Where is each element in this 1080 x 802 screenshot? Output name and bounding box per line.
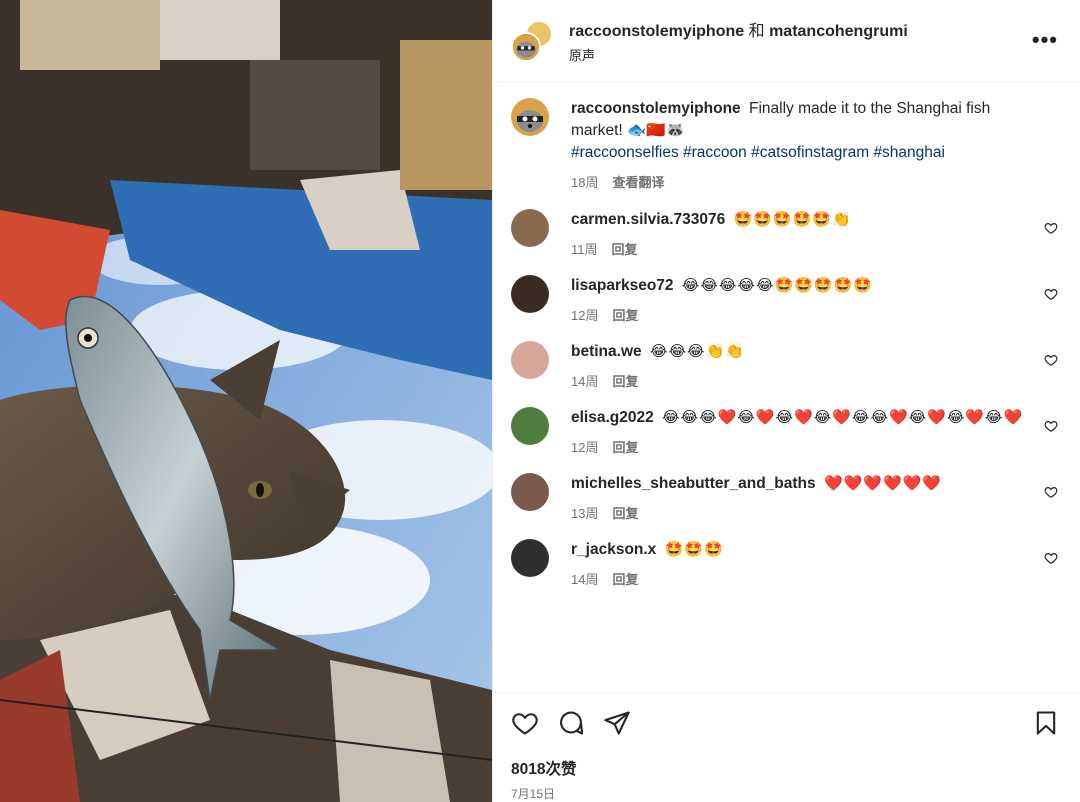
header-usernames: raccoonstolemyiphone 和 matancohengrumi [569,17,908,41]
comment-meta: 13周 回复 [571,503,1026,522]
comment-meta: 14周 回复 [571,371,1026,390]
like-heart-icon[interactable] [511,709,541,739]
comment-time[interactable]: 12周 [571,305,598,324]
avatar[interactable] [511,473,549,511]
heart-icon[interactable] [1044,419,1058,433]
post-date[interactable]: 7月15日 [511,785,1062,802]
heart-icon[interactable] [1044,287,1058,301]
hashtag-link[interactable]: #raccoon [683,144,747,161]
comment-text-line: carmen.silvia.733076 🤩🤩🤩🤩🤩👏 [571,209,1026,231]
avatar-raccoonstolemyiphone[interactable] [511,31,541,62]
comment-username[interactable]: betina.we [571,343,642,360]
comments-list[interactable]: raccoonstolemyiphone Finally made it to … [493,82,1080,692]
heart-icon[interactable] [1044,221,1058,235]
avatar[interactable] [511,275,549,313]
caption-hashtags: #raccoonselfies #raccoon #catsofinstagra… [571,142,1026,164]
reply-button[interactable]: 回复 [612,305,638,324]
bookmark-icon[interactable] [1032,709,1062,739]
likes-count[interactable]: 8018次赞 [511,757,1062,779]
comment-body: betina.we 😂😂😂👏👏 14周 回复 [571,341,1062,390]
comment-time[interactable]: 14周 [571,371,598,390]
header-user1[interactable]: raccoonstolemyiphone [569,23,744,40]
audio-label[interactable]: 原声 [569,45,908,64]
comment-row: lisaparkseo72 😂😂😂😂😂🤩🤩🤩🤩🤩 12周 回复 [511,275,1062,324]
post-photo[interactable] [0,0,492,802]
avatar[interactable] [511,209,549,247]
comment-meta: 11周 回复 [571,239,1026,258]
raccoon-avatar-icon [511,98,549,136]
comment-text: ❤️❤️❤️❤️❤️❤️ [823,475,943,492]
comment-text: 🤩🤩🤩🤩🤩👏 [733,211,852,228]
caption-meta: 18周 查看翻译 [571,172,1026,191]
reply-button[interactable]: 回复 [612,437,638,456]
comment-row: r_jackson.x 🤩🤩🤩 14周 回复 [511,539,1062,588]
collab-avatars[interactable] [511,19,553,62]
reply-button[interactable]: 回复 [612,371,638,390]
translate-button[interactable]: 查看翻译 [612,172,664,191]
comment-meta: 12周 回复 [571,437,1026,456]
comment-body: r_jackson.x 🤩🤩🤩 14周 回复 [571,539,1062,588]
caption-body: raccoonstolemyiphone Finally made it to … [571,98,1062,191]
post-panel: raccoonstolemyiphone 和 matancohengrumi 原… [492,0,1080,802]
caption-time[interactable]: 18周 [571,172,598,191]
comment-text-line: elisa.g2022 😂😂😂❤️😂❤️😂❤️😂❤️😂😂❤️😂❤️😂❤️😂❤️ [571,407,1026,429]
comment-text: 😂😂😂😂😂🤩🤩🤩🤩🤩 [681,277,873,294]
heart-icon[interactable] [1044,485,1058,499]
comment-text-line: michelles_sheabutter_and_baths ❤️❤️❤️❤️❤… [571,473,1026,495]
comment-row: carmen.silvia.733076 🤩🤩🤩🤩🤩👏 11周 回复 [511,209,1062,258]
comment-text: 😂😂😂❤️😂❤️😂❤️😂❤️😂😂❤️😂❤️😂❤️😂❤️ [662,409,1024,426]
hashtag-link[interactable]: #raccoonselfies [571,144,679,161]
comment-text: 🤩🤩🤩 [664,541,724,558]
heart-icon[interactable] [1044,353,1058,367]
comment-body: elisa.g2022 😂😂😂❤️😂❤️😂❤️😂❤️😂😂❤️😂❤️😂❤️😂❤️ … [571,407,1062,456]
comment-username[interactable]: r_jackson.x [571,541,656,558]
comment-meta: 12周 回复 [571,305,1026,324]
avatar[interactable] [511,341,549,379]
raccoon-avatar-icon [513,33,539,60]
comment-row: elisa.g2022 😂😂😂❤️😂❤️😂❤️😂❤️😂😂❤️😂❤️😂❤️😂❤️ … [511,407,1062,456]
header-separator: 和 [748,23,765,40]
caption: raccoonstolemyiphone Finally made it to … [511,98,1062,191]
comment-text-line: betina.we 😂😂😂👏👏 [571,341,1026,363]
comment-icon[interactable] [557,709,587,739]
comment-time[interactable]: 14周 [571,569,598,588]
avatar[interactable] [511,98,549,136]
comment-username[interactable]: carmen.silvia.733076 [571,211,725,228]
comment-text-line: lisaparkseo72 😂😂😂😂😂🤩🤩🤩🤩🤩 [571,275,1026,297]
comment-body: michelles_sheabutter_and_baths ❤️❤️❤️❤️❤… [571,473,1062,522]
hashtag-link[interactable]: #catsofinstagram [751,144,869,161]
comment-username[interactable]: lisaparkseo72 [571,277,674,294]
caption-text-line: raccoonstolemyiphone Finally made it to … [571,98,1026,142]
action-bar [511,707,1062,741]
avatar[interactable] [511,407,549,445]
avatar[interactable] [511,539,549,577]
comment-meta: 14周 回复 [571,569,1026,588]
photo-illustration [0,0,492,802]
comment-body: lisaparkseo72 😂😂😂😂😂🤩🤩🤩🤩🤩 12周 回复 [571,275,1062,324]
share-icon[interactable] [603,709,633,739]
header-user2[interactable]: matancohengrumi [769,23,908,40]
heart-icon[interactable] [1044,551,1058,565]
comment-text-line: r_jackson.x 🤩🤩🤩 [571,539,1026,561]
hashtag-link[interactable]: #shanghai [873,144,945,161]
more-icon[interactable]: ••• [1032,29,1058,51]
header-text: raccoonstolemyiphone 和 matancohengrumi 原… [569,17,908,64]
comment-text: 😂😂😂👏👏 [649,343,745,360]
comment-username[interactable]: michelles_sheabutter_and_baths [571,475,816,492]
comment-username[interactable]: elisa.g2022 [571,409,654,426]
reply-button[interactable]: 回复 [612,569,638,588]
comment-time[interactable]: 11周 [571,239,598,258]
comment-row: michelles_sheabutter_and_baths ❤️❤️❤️❤️❤… [511,473,1062,522]
comment-body: carmen.silvia.733076 🤩🤩🤩🤩🤩👏 11周 回复 [571,209,1062,258]
reply-button[interactable]: 回复 [612,503,638,522]
comment-time[interactable]: 13周 [571,503,598,522]
reply-button[interactable]: 回复 [612,239,638,258]
post-header: raccoonstolemyiphone 和 matancohengrumi 原… [493,0,1080,82]
post-footer: 8018次赞 7月15日 [493,692,1080,802]
comment-time[interactable]: 12周 [571,437,598,456]
caption-username[interactable]: raccoonstolemyiphone [571,100,741,117]
comment-row: betina.we 😂😂😂👏👏 14周 回复 [511,341,1062,390]
